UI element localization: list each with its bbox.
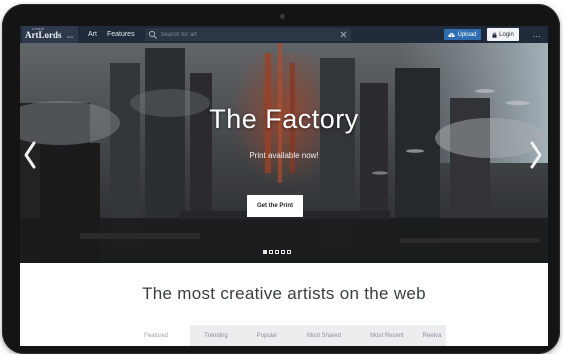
carousel-indicators [263,250,291,254]
laptop-frame: create ArtLords Beta Art Features Search… [2,4,560,354]
main-content: The most creative artists on the web Fea… [20,263,548,346]
search-bar[interactable] [144,28,351,41]
get-print-button[interactable]: Get the Print [247,195,303,217]
more-dots-icon[interactable]: ... [530,28,544,41]
site-logo[interactable]: create ArtLords Beta [22,26,78,43]
carousel-dot[interactable] [281,250,285,254]
search-icon [148,30,157,39]
tab-featured[interactable]: Featured [122,325,190,346]
tab-most-recent[interactable]: Most Recent [356,325,418,346]
logo-sub-text: Beta [67,35,74,39]
carousel-dot[interactable] [263,250,267,254]
upload-label: Upload [457,31,477,38]
login-button[interactable]: Login [487,28,519,41]
chevron-right-icon[interactable] [528,140,544,170]
nav-link-art[interactable]: Art [88,31,97,38]
logo-main-text: ArtLords [25,30,62,40]
lock-icon [492,31,497,38]
hero-carousel: The Factory Print available now! Get the… [20,43,548,263]
cloud-upload-icon [448,32,456,37]
top-navbar: create ArtLords Beta Art Features Search… [20,26,548,43]
carousel-dot[interactable] [287,250,291,254]
nav-link-features[interactable]: Features [107,31,135,38]
carousel-dot[interactable] [269,250,273,254]
tab-popular[interactable]: Popular [242,325,292,346]
hero-subtitle: Print available now! [249,151,319,160]
hero-title: The Factory [209,104,359,134]
chevron-left-icon[interactable] [22,140,38,170]
tab-most-shared[interactable]: Most Shared [292,325,356,346]
upload-button[interactable]: Upload [444,29,481,40]
carousel-dot[interactable] [275,250,279,254]
camera-dot [280,14,285,19]
browser-screen: create ArtLords Beta Art Features Search… [20,26,548,346]
close-icon[interactable] [340,31,347,38]
tab-reelva[interactable]: Reelva [418,325,446,346]
section-headline: The most creative artists on the web [142,284,426,303]
category-tabs: Featured Trending Popular Most Shared Most R… [122,325,446,346]
login-label: Login [499,31,514,38]
search-input[interactable] [157,31,334,38]
tab-trending[interactable]: Trending [190,325,242,346]
